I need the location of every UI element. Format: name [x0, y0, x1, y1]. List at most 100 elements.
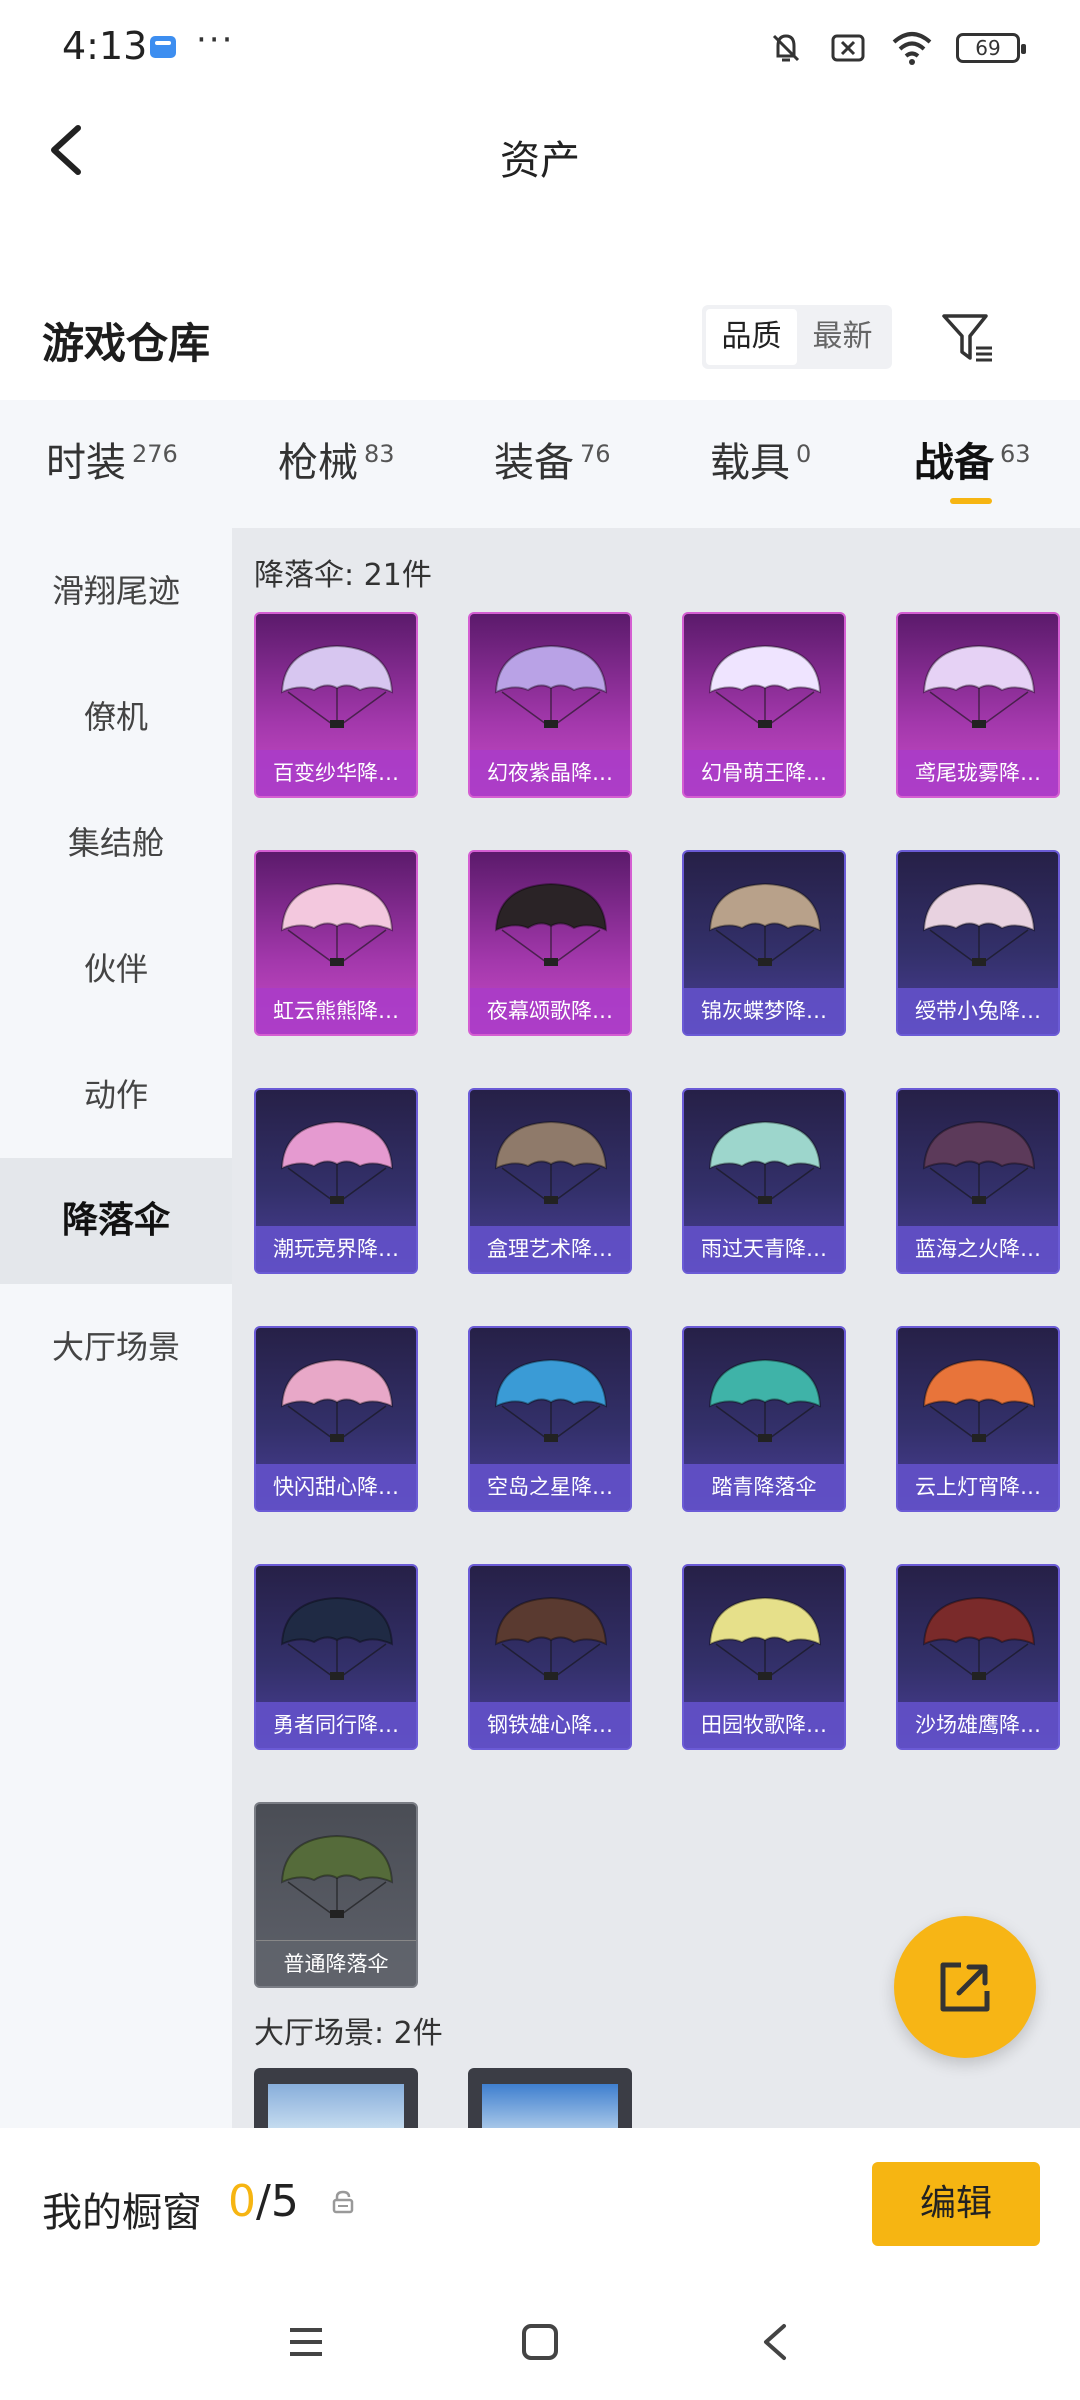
showcase-total: /5 — [256, 2176, 299, 2227]
tab-battle-prep[interactable]: 战备 63 — [914, 430, 1031, 488]
parachute-icon — [922, 1358, 1036, 1442]
sidebar-item-wingman[interactable]: 僚机 — [0, 654, 232, 780]
parachute-icon — [280, 1120, 394, 1204]
category-tabs: 时装 276 枪械 83 装备 76 载具 0 战备 63 — [0, 400, 1080, 528]
item-name: 盒理艺术降… — [470, 1226, 630, 1272]
item-name: 潮玩竞界降… — [256, 1226, 416, 1272]
nav-home-button[interactable] — [512, 2314, 568, 2370]
sidebar-item-companion[interactable]: 伙伴 — [0, 906, 232, 1032]
item-name: 锦灰蝶梦降… — [684, 988, 844, 1034]
parachute-item-card[interactable]: 勇者同行降… — [254, 1564, 418, 1750]
parachute-icon — [280, 1358, 394, 1442]
item-name: 绶带小兔降… — [898, 988, 1058, 1034]
parachute-section-title: 降落伞: 21件 — [254, 558, 432, 593]
parachute-item-card[interactable]: 鸢尾珑雾降… — [896, 612, 1060, 798]
item-name: 踏青降落伞 — [684, 1464, 844, 1510]
sidebar-item-parachute[interactable]: 降落伞 — [0, 1158, 232, 1284]
item-name: 夜幕颂歌降… — [470, 988, 630, 1034]
parachute-icon — [494, 882, 608, 966]
parachute-item-card[interactable]: 盒理艺术降… — [468, 1088, 632, 1274]
parachute-icon — [708, 1596, 822, 1680]
nav-menu-button[interactable] — [278, 2314, 334, 2370]
showcase-count: 0/5 — [228, 2176, 299, 2227]
parachute-item-card[interactable]: 踏青降落伞 — [682, 1326, 846, 1512]
sidebar-item-emote[interactable]: 动作 — [0, 1032, 232, 1158]
parachute-item-card[interactable]: 云上灯宵降… — [896, 1326, 1060, 1512]
status-time: 4:13 — [62, 24, 148, 68]
tab-vehicles[interactable]: 载具 0 — [710, 430, 811, 488]
active-tab-indicator — [950, 498, 992, 504]
parachute-item-card[interactable]: 百变纱华降… — [254, 612, 418, 798]
parachute-item-card[interactable]: 空岛之星降… — [468, 1326, 632, 1512]
status-icons: 69 — [766, 28, 1026, 68]
sort-by-quality[interactable]: 品质 — [706, 309, 797, 365]
item-name: 蓝海之火降… — [898, 1226, 1058, 1272]
parachute-icon — [922, 644, 1036, 728]
home-square-icon — [522, 2324, 558, 2360]
parachute-item-card[interactable]: 蓝海之火降… — [896, 1088, 1060, 1274]
sidebar-item-glide-trail[interactable]: 滑翔尾迹 — [0, 528, 232, 654]
item-name: 鸢尾珑雾降… — [898, 750, 1058, 796]
parachute-item-card[interactable]: 幻夜紫晶降… — [468, 612, 632, 798]
tab-label: 战备 — [914, 440, 994, 486]
tab-count: 63 — [1000, 440, 1031, 468]
parachute-item-card[interactable]: 田园牧歌降… — [682, 1564, 846, 1750]
edit-button[interactable]: 编辑 — [872, 2162, 1040, 2246]
item-name: 田园牧歌降… — [684, 1702, 844, 1748]
share-icon — [940, 1962, 990, 2012]
parachute-icon — [708, 882, 822, 966]
showcase-current: 0 — [228, 2176, 256, 2227]
filter-button[interactable] — [940, 310, 996, 366]
parachute-item-card[interactable]: 虹云熊熊降… — [254, 850, 418, 1036]
share-button[interactable] — [894, 1916, 1036, 2058]
battery-indicator: 69 — [956, 33, 1026, 63]
tab-count: 276 — [132, 440, 178, 468]
item-grid-area: 降落伞: 21件 百变纱华降… 幻夜紫晶降… 幻骨萌王降… 鸢尾珑雾降… 虹云熊熊降… 夜… — [232, 528, 1080, 2128]
parachute-item-card[interactable]: 普通降落伞 — [254, 1802, 418, 1988]
app-header: 资产 — [0, 100, 1080, 200]
item-name: 虹云熊熊降… — [256, 988, 416, 1034]
parachute-item-card[interactable]: 沙场雄鹰降… — [896, 1564, 1060, 1750]
sidebar-item-lobby-scene[interactable]: 大厅场景 — [0, 1284, 232, 1410]
lobby-scene-card[interactable] — [468, 2068, 632, 2128]
item-name: 云上灯宵降… — [898, 1464, 1058, 1510]
parachute-item-card[interactable]: 夜幕颂歌降… — [468, 850, 632, 1036]
menu-icon — [290, 2328, 322, 2356]
status-bar: 4:13 ··· 69 — [0, 0, 1080, 100]
sidebar-item-pod[interactable]: 集结舱 — [0, 780, 232, 906]
item-name: 快闪甜心降… — [256, 1464, 416, 1510]
lobby-scene-card[interactable] — [254, 2068, 418, 2128]
tab-count: 0 — [796, 440, 812, 468]
tab-equipment[interactable]: 装备 76 — [494, 430, 611, 488]
parachute-icon — [494, 644, 608, 728]
parachute-item-card[interactable]: 雨过天青降… — [682, 1088, 846, 1274]
parachute-icon — [922, 1120, 1036, 1204]
tab-weapons[interactable]: 枪械 83 — [278, 430, 395, 488]
parachute-item-card[interactable]: 快闪甜心降… — [254, 1326, 418, 1512]
tab-count: 76 — [580, 440, 611, 468]
sort-by-newest[interactable]: 最新 — [797, 309, 888, 365]
parachute-item-card[interactable]: 锦灰蝶梦降… — [682, 850, 846, 1036]
item-name: 雨过天青降… — [684, 1226, 844, 1272]
parachute-icon — [494, 1358, 608, 1442]
parachute-item-card[interactable]: 钢铁雄心降… — [468, 1564, 632, 1750]
showcase-bar: 我的橱窗 0/5 编辑 — [0, 2128, 1080, 2278]
tab-fashion[interactable]: 时装 276 — [46, 430, 178, 488]
sim-off-icon — [831, 34, 865, 62]
parachute-icon — [708, 1358, 822, 1442]
item-name: 普通降落伞 — [256, 1940, 416, 1986]
parachute-item-card[interactable]: 绶带小兔降… — [896, 850, 1060, 1036]
item-name: 勇者同行降… — [256, 1702, 416, 1748]
item-name: 幻夜紫晶降… — [470, 750, 630, 796]
parachute-icon — [708, 644, 822, 728]
item-name: 沙场雄鹰降… — [898, 1702, 1058, 1748]
filter-icon — [942, 314, 992, 362]
item-name: 幻骨萌王降… — [684, 750, 844, 796]
parachute-item-card[interactable]: 潮玩竞界降… — [254, 1088, 418, 1274]
lock-icon — [332, 2190, 354, 2214]
item-name: 百变纱华降… — [256, 750, 416, 796]
page-title: 资产 — [500, 138, 580, 184]
tab-label: 装备 — [494, 440, 574, 486]
parachute-item-card[interactable]: 幻骨萌王降… — [682, 612, 846, 798]
nav-back-button[interactable] — [748, 2314, 804, 2370]
